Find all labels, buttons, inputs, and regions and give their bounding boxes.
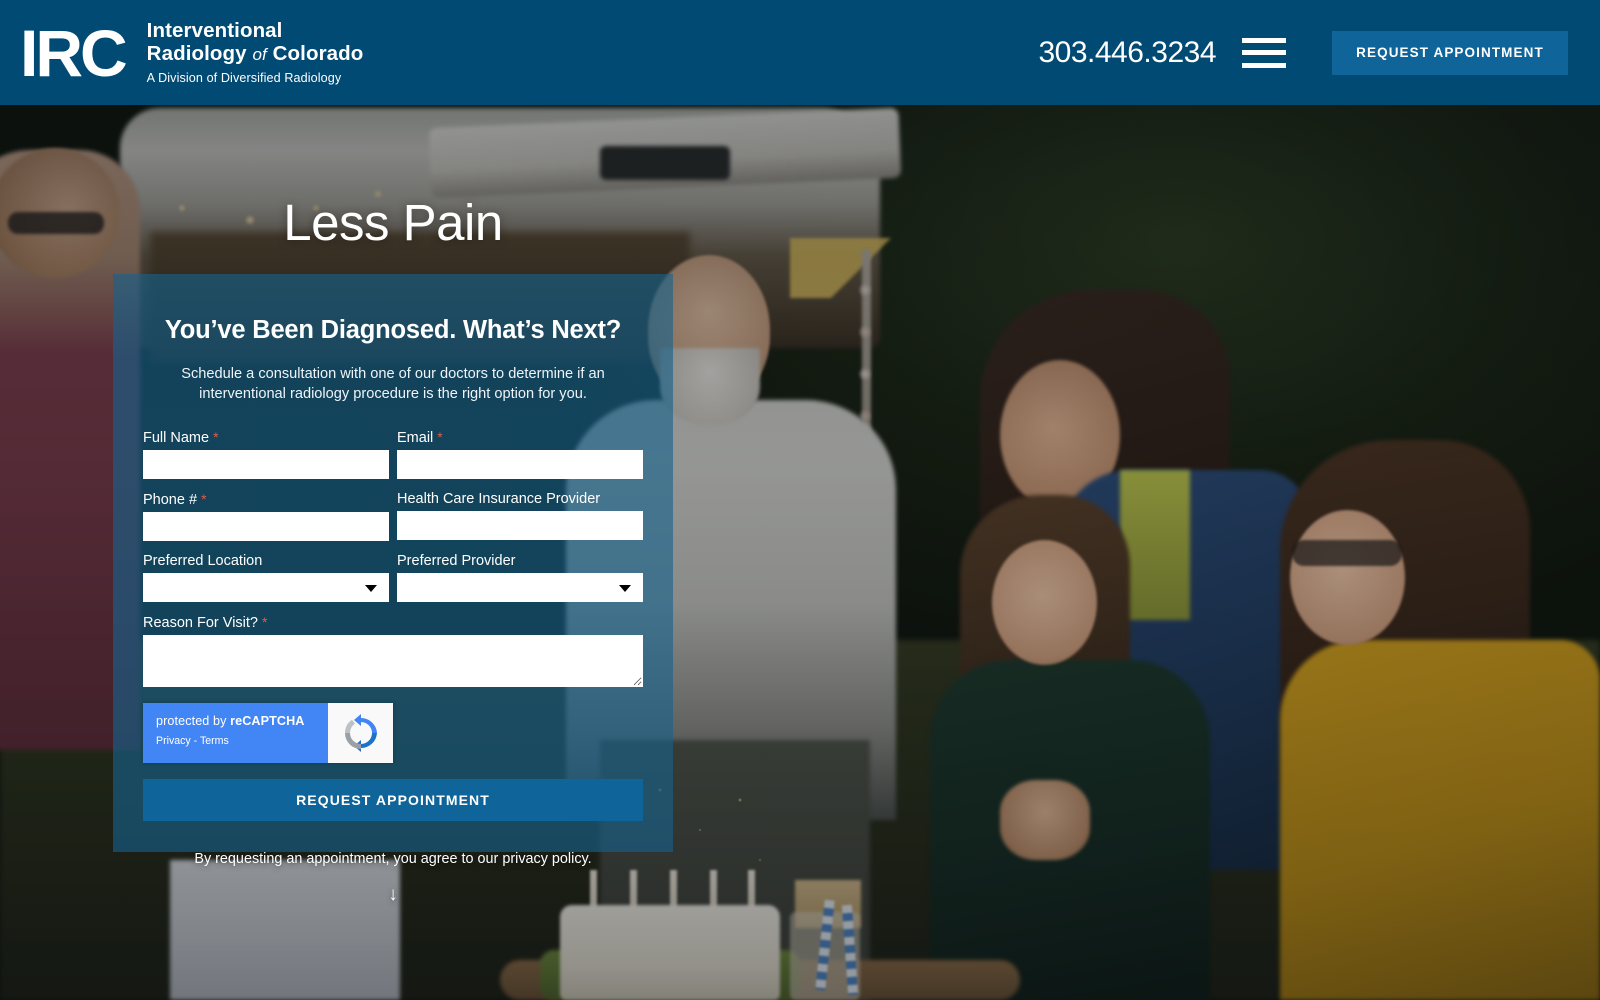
- recaptcha-protected-label: protected by reCAPTCHA: [156, 714, 328, 728]
- logo-mark-irc: IRC: [20, 15, 128, 90]
- hero-heading: Less Pain: [283, 194, 503, 251]
- field-phone: Phone # *: [143, 491, 389, 542]
- label-phone: Phone # *: [143, 491, 389, 508]
- recaptcha-brand: reCAPTCHA: [230, 714, 305, 729]
- white-dress: [170, 860, 400, 1000]
- logo-word-of: of: [252, 44, 267, 64]
- preferred-provider-select-wrap: [397, 573, 643, 603]
- person-left-glasses: [8, 212, 104, 234]
- form-subtitle: Schedule a consultation with one of our …: [181, 365, 605, 403]
- full-name-input[interactable]: [143, 450, 389, 480]
- privacy-policy-note: By requesting an appointment, you agree …: [194, 851, 592, 867]
- label-text: Preferred Location: [143, 553, 263, 570]
- recaptcha-badge[interactable]: protected by reCAPTCHA Privacy - Terms: [143, 703, 393, 764]
- logo-wordmark: Interventional Radiology of Colorado A D…: [146, 19, 364, 85]
- header-request-appointment-button[interactable]: REQUEST APPOINTMENT: [1332, 30, 1568, 75]
- label-text: Phone #: [143, 492, 198, 509]
- child-right-face: [1290, 510, 1405, 645]
- label-full-name: Full Name *: [143, 429, 389, 446]
- label-preferred-provider: Preferred Provider: [397, 553, 643, 569]
- label-text: Reason For Visit?: [143, 615, 258, 632]
- phone-number-link[interactable]: 303.446.3234: [1038, 36, 1216, 70]
- logo-word-colorado: Colorado: [272, 41, 364, 65]
- preferred-provider-select[interactable]: [397, 573, 643, 603]
- grandfather-beard: [660, 348, 760, 426]
- child-right-glasses: [1292, 540, 1402, 566]
- site-logo[interactable]: IRC Interventional Radiology of Colorado…: [20, 15, 364, 90]
- required-asterisk: *: [213, 429, 219, 446]
- recaptcha-text-panel: protected by reCAPTCHA Privacy - Terms: [143, 703, 328, 764]
- form-fields: Full Name * Email * Phone # * Health Car…: [143, 429, 643, 822]
- label-text: Health Care Insurance Provider: [397, 491, 601, 508]
- label-text: Preferred Provider: [397, 553, 516, 570]
- camper-window: [600, 146, 730, 180]
- form-title: You’ve Been Diagnosed. What’s Next?: [164, 316, 622, 344]
- hamburger-bar: [1242, 62, 1286, 68]
- phone-input[interactable]: [143, 512, 389, 542]
- form-row-location-provider: Preferred Location Preferred Provider: [143, 553, 643, 603]
- birthday-cake: [560, 905, 780, 1000]
- field-insurance-provider: Health Care Insurance Provider: [397, 491, 643, 541]
- reason-for-visit-textarea[interactable]: [143, 635, 643, 688]
- recaptcha-privacy-terms-link[interactable]: Privacy - Terms: [156, 735, 328, 747]
- logo-word-radiology: Radiology: [146, 41, 247, 65]
- label-email: Email *: [397, 429, 643, 446]
- appointment-form-panel: You’ve Been Diagnosed. What’s Next? Sche…: [113, 274, 673, 852]
- field-email: Email *: [397, 429, 643, 480]
- label-insurance-provider: Health Care Insurance Provider: [397, 491, 643, 507]
- child-center-face: [992, 540, 1097, 665]
- scroll-down-arrow-icon[interactable]: ↓: [113, 884, 673, 906]
- label-text: Email: [397, 430, 434, 447]
- mother-scarf: [1120, 470, 1190, 620]
- email-input[interactable]: [397, 450, 643, 480]
- landing-page: IRC Interventional Radiology of Colorado…: [0, 0, 1600, 1000]
- form-row-phone-insurance: Phone # * Health Care Insurance Provider: [143, 491, 643, 542]
- form-row-name-email: Full Name * Email *: [143, 429, 643, 480]
- child-right-jacket: [1280, 640, 1600, 1000]
- logo-line-interventional: Interventional: [146, 19, 283, 42]
- logo-tagline: A Division of Diversified Radiology: [146, 70, 342, 85]
- field-preferred-location: Preferred Location: [143, 553, 389, 603]
- field-full-name: Full Name *: [143, 429, 389, 480]
- recaptcha-prefix: protected by: [156, 714, 231, 729]
- field-preferred-provider: Preferred Provider: [397, 553, 643, 603]
- label-preferred-location: Preferred Location: [143, 553, 389, 569]
- required-asterisk: *: [262, 614, 268, 631]
- form-submit-button[interactable]: REQUEST APPOINTMENT: [143, 779, 643, 822]
- label-reason-for-visit: Reason For Visit? *: [143, 614, 643, 631]
- hamburger-bar: [1242, 50, 1286, 55]
- hamburger-menu-icon[interactable]: [1242, 37, 1286, 68]
- insurance-provider-input[interactable]: [397, 511, 643, 541]
- site-header: IRC Interventional Radiology of Colorado…: [0, 0, 1600, 105]
- preferred-location-select-wrap: [143, 573, 389, 603]
- preferred-location-select[interactable]: [143, 573, 389, 603]
- field-reason-for-visit: Reason For Visit? *: [143, 614, 643, 688]
- required-asterisk: *: [437, 429, 443, 446]
- label-text: Full Name: [143, 430, 210, 447]
- child-center-hands: [1000, 780, 1090, 860]
- header-right-group: 303.446.3234 REQUEST APPOINTMENT: [1038, 30, 1600, 75]
- required-asterisk: *: [201, 491, 207, 508]
- recaptcha-logo-icon: [328, 703, 393, 764]
- hamburger-bar: [1242, 37, 1286, 43]
- logo-line-radiology-of-colorado: Radiology of Colorado: [146, 41, 364, 66]
